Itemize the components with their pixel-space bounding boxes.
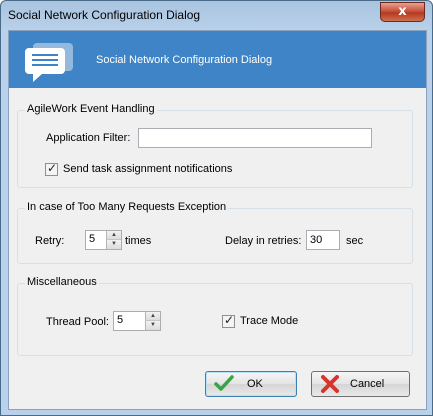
spin-down-icon[interactable]: ▼ [145, 321, 160, 330]
delay-unit: sec [346, 235, 364, 247]
too-many-requests-group-title: In case of Too Many Requests Exception [25, 201, 229, 213]
retry-label: Retry: [35, 235, 65, 247]
header-banner: Social Network Configuration Dialog [9, 31, 426, 88]
window-title: Social Network Configuration Dialog [8, 8, 201, 22]
miscellaneous-group-title: Miscellaneous [25, 276, 99, 288]
thread-pool-value: 5 [117, 314, 124, 326]
dialog-window: Social Network Configuration Dialog x So… [0, 0, 433, 416]
event-handling-group [17, 110, 413, 188]
chat-bubble-icon [25, 43, 73, 82]
cancel-x-icon [321, 375, 339, 393]
checkmark-icon: ✓ [47, 161, 58, 175]
ok-button-label: OK [247, 378, 263, 390]
cancel-button[interactable]: Cancel [311, 371, 410, 397]
thread-pool-spinner[interactable]: 5 ▲ ▼ [113, 311, 161, 331]
spin-up-icon[interactable]: ▲ [106, 231, 121, 240]
send-notifications-label[interactable]: Send task assignment notifications [63, 163, 232, 175]
application-filter-input[interactable] [138, 128, 372, 148]
checkmark-icon [214, 375, 234, 391]
delay-label: Delay in retries: [225, 235, 302, 247]
header-title: Social Network Configuration Dialog [96, 54, 273, 66]
spin-down-icon[interactable]: ▼ [106, 240, 121, 249]
close-button[interactable]: x [380, 2, 425, 22]
event-handling-group-title: AgileWork Event Handling [25, 103, 157, 115]
trace-mode-checkbox[interactable]: ✓ [222, 313, 235, 328]
ok-button[interactable]: OK [205, 371, 297, 397]
title-bar[interactable]: Social Network Configuration Dialog x [1, 1, 432, 30]
retry-unit: times [125, 235, 152, 247]
send-notifications-checkbox[interactable]: ✓ [45, 161, 58, 176]
trace-mode-label[interactable]: Trace Mode [240, 315, 298, 327]
thread-pool-label: Thread Pool: [46, 316, 109, 328]
spin-up-icon[interactable]: ▲ [145, 312, 160, 321]
retry-value: 5 [89, 233, 96, 245]
cancel-button-label: Cancel [350, 378, 385, 390]
application-filter-label: Application Filter: [46, 132, 131, 144]
checkmark-icon: ✓ [224, 313, 235, 327]
dialog-client-area: Social Network Configuration Dialog Agil… [8, 30, 427, 410]
retry-spinner[interactable]: 5 ▲ ▼ [85, 230, 122, 250]
delay-input[interactable] [306, 230, 340, 250]
